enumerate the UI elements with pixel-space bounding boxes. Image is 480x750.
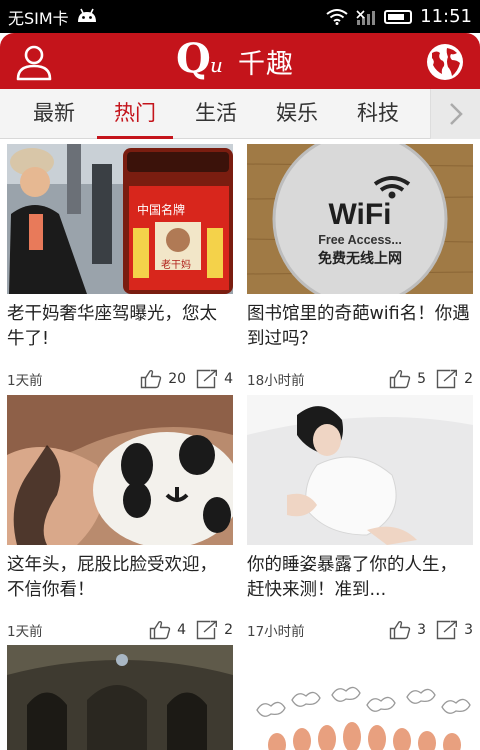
thumbs-up-icon — [389, 369, 411, 389]
article-thumbnail[interactable] — [7, 395, 233, 545]
article-card[interactable]: 这年头，屁股比脸受欢迎，不信你看！ 1天前 4 2 — [7, 395, 233, 641]
article-meta: 1天前 20 4 — [7, 368, 233, 390]
article-card[interactable] — [247, 645, 473, 750]
share-button[interactable]: 4 — [196, 369, 233, 389]
thumbs-up-icon — [141, 369, 162, 389]
category-tabs: 最新 热门 生活 娱乐 科技 — [0, 89, 480, 139]
logo-mark: Q u — [176, 35, 232, 83]
article-title[interactable]: 你的睡姿暴露了你的人生，赶快来测！准到... — [247, 553, 473, 605]
globe-icon — [427, 44, 463, 80]
logo-title: 千趣 — [238, 48, 294, 80]
like-count: 3 — [417, 622, 427, 638]
article-time: 1天前 — [7, 624, 43, 640]
like-count: 20 — [168, 371, 187, 387]
like-count: 5 — [417, 371, 427, 387]
article-card[interactable]: WiFi Free Access... 免费无线上网 图书馆里的奇葩wifi名！… — [247, 144, 473, 390]
article-meta: 1天前 4 2 — [7, 619, 233, 641]
share-button[interactable]: 2 — [436, 369, 473, 389]
like-button[interactable]: 5 — [389, 369, 426, 389]
share-count: 2 — [224, 622, 233, 638]
signal-icon — [356, 9, 376, 25]
carrier-text: 无SIM卡 — [8, 8, 69, 28]
like-button[interactable]: 20 — [140, 369, 186, 389]
wifi-icon — [326, 8, 348, 25]
jar-label-top: 中国名牌 — [137, 202, 185, 217]
android-icon — [77, 8, 96, 22]
wifi-sign-title: WiFi — [328, 198, 391, 231]
status-left: 无SIM卡 — [8, 5, 99, 29]
tab-life[interactable]: 生活 — [176, 89, 256, 139]
article-time: 18小时前 — [247, 373, 305, 389]
globe-button[interactable] — [424, 41, 466, 83]
share-button[interactable]: 3 — [436, 620, 473, 640]
user-profile-button[interactable] — [14, 42, 54, 82]
like-button[interactable]: 3 — [389, 620, 426, 640]
status-bar: 无SIM卡 11:51 — [0, 0, 480, 33]
tab-entertainment[interactable]: 娱乐 — [257, 89, 337, 139]
tab-hot[interactable]: 热门 — [95, 89, 175, 139]
thumbs-up-icon — [149, 620, 171, 640]
share-button[interactable]: 2 — [196, 620, 233, 640]
article-card[interactable]: 中国名牌 老干妈 老干妈奢华座驾曝光，您太牛了! 1天前 20 4 — [7, 144, 233, 390]
app-header: Q u 千趣 — [0, 33, 480, 89]
article-meta: 18小时前 5 2 — [247, 368, 473, 390]
article-thumbnail[interactable] — [7, 645, 233, 750]
article-time: 17小时前 — [247, 624, 305, 640]
tab-tech[interactable]: 科技 — [338, 89, 418, 139]
article-title[interactable]: 图书馆里的奇葩wifi名！你遇到过吗？ — [247, 302, 473, 354]
article-thumbnail[interactable]: 中国名牌 老干妈 — [7, 144, 233, 294]
battery-icon — [384, 9, 413, 24]
like-count: 4 — [177, 622, 187, 638]
app-logo: Q u 千趣 — [176, 35, 294, 83]
article-thumbnail[interactable] — [247, 395, 473, 545]
share-icon — [196, 369, 218, 389]
chevron-right-icon — [449, 103, 463, 125]
user-icon — [16, 45, 52, 81]
article-thumbnail[interactable] — [247, 645, 473, 750]
share-count: 3 — [464, 622, 473, 638]
like-button[interactable]: 4 — [149, 620, 186, 640]
article-thumbnail[interactable]: WiFi Free Access... 免费无线上网 — [247, 144, 473, 294]
logo-letter-u: u — [210, 53, 223, 77]
article-meta: 17小时前 3 3 — [247, 619, 473, 641]
article-title[interactable]: 老干妈奢华座驾曝光，您太牛了! — [7, 302, 233, 354]
wifi-sign-cn: 免费无线上网 — [318, 250, 402, 267]
status-right: 11:51 — [326, 6, 472, 27]
article-time: 1天前 — [7, 373, 43, 389]
share-icon — [436, 369, 458, 389]
tab-latest[interactable]: 最新 — [14, 89, 94, 139]
tabs-more-button[interactable] — [430, 89, 480, 139]
share-count: 2 — [464, 371, 473, 387]
share-count: 4 — [224, 371, 233, 387]
clock: 11:51 — [420, 6, 472, 27]
article-card[interactable] — [7, 645, 233, 750]
share-icon — [436, 620, 458, 640]
wifi-sign-sub: Free Access... — [318, 233, 402, 247]
article-card[interactable]: 你的睡姿暴露了你的人生，赶快来测！准到... 17小时前 3 3 — [247, 395, 473, 641]
share-icon — [196, 620, 218, 640]
article-title[interactable]: 这年头，屁股比脸受欢迎，不信你看！ — [7, 553, 233, 605]
jar-label-name: 老干妈 — [161, 258, 191, 271]
logo-letter-q: Q — [176, 35, 211, 82]
thumbs-up-icon — [389, 620, 411, 640]
